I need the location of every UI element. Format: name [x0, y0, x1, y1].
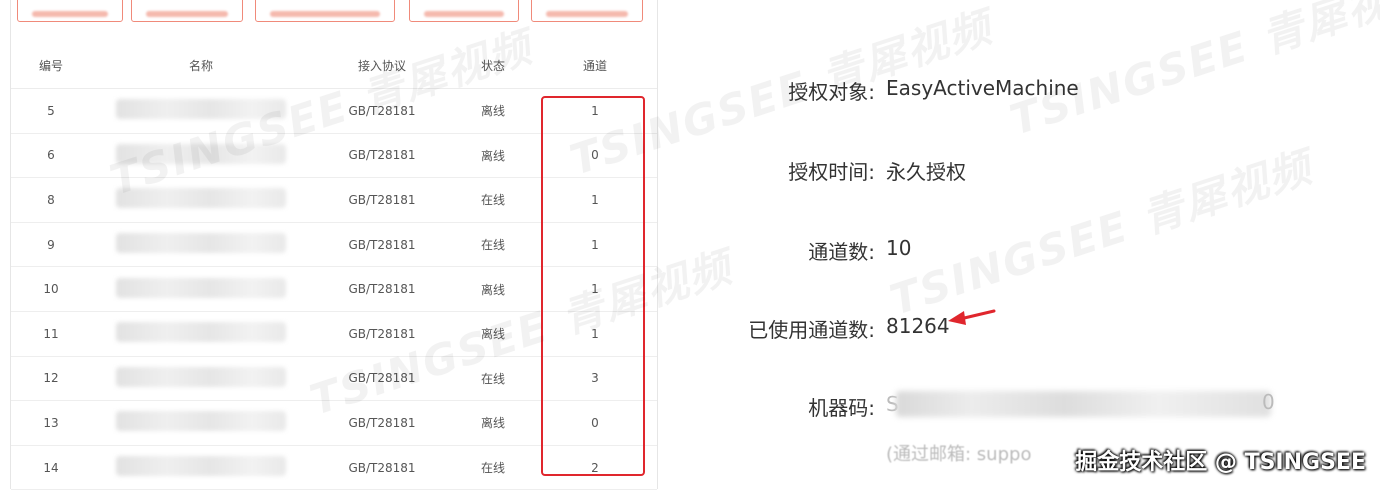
- device-name-cell: [91, 445, 311, 490]
- toolbar-button-2[interactable]: [131, 0, 243, 22]
- toolbar-button-1[interactable]: [17, 0, 123, 22]
- used-channel-count-value: 81264: [886, 314, 950, 338]
- column-header-channels[interactable]: 通道: [533, 42, 657, 89]
- device-id-cell: 13: [11, 400, 91, 446]
- column-header-status[interactable]: 状态: [453, 42, 533, 89]
- device-status-cell: 离线: [453, 133, 533, 179]
- contact-note: (通过邮箱: suppo: [886, 444, 1032, 465]
- device-channels-cell: 1: [533, 266, 657, 312]
- machine-code-suffix: 0: [1262, 390, 1275, 414]
- device-channels-cell: 1: [533, 88, 657, 134]
- device-channels-cell: 2: [533, 445, 657, 490]
- table-row[interactable]: 13 GB/T28181 离线 0: [11, 400, 657, 446]
- device-channels-cell: 1: [533, 222, 657, 268]
- device-name-cell: [91, 311, 311, 357]
- device-protocol-cell: GB/T28181: [311, 356, 453, 402]
- device-id-cell: 11: [11, 311, 91, 357]
- device-status-cell: 在线: [453, 356, 533, 402]
- device-protocol-cell: GB/T28181: [311, 88, 453, 134]
- device-id-cell: 6: [11, 133, 91, 179]
- table-row[interactable]: 9 GB/T28181 在线 1: [11, 222, 657, 268]
- device-protocol-cell: GB/T28181: [311, 222, 453, 268]
- device-id-cell: 10: [11, 266, 91, 312]
- channel-count-value: 10: [886, 236, 912, 260]
- device-protocol-cell: GB/T28181: [311, 266, 453, 312]
- table-row[interactable]: 14 GB/T28181 在线 2: [11, 445, 657, 490]
- device-name-redacted: [116, 411, 286, 432]
- device-name-cell: [91, 88, 311, 134]
- device-name-cell: [91, 400, 311, 446]
- table-row[interactable]: 10 GB/T28181 离线 1: [11, 266, 657, 312]
- device-status-cell: 离线: [453, 266, 533, 312]
- device-id-cell: 12: [11, 356, 91, 402]
- device-name-redacted: [116, 277, 286, 298]
- device-name-cell: [91, 177, 311, 223]
- red-arrow-icon: [948, 309, 996, 325]
- license-object-label: 授权对象:: [788, 80, 875, 104]
- table-row[interactable]: 11 GB/T28181 离线 1: [11, 311, 657, 357]
- license-time-value: 永久授权: [886, 160, 966, 184]
- device-name-redacted: [116, 143, 286, 164]
- device-name-cell: [91, 266, 311, 312]
- device-protocol-cell: GB/T28181: [311, 177, 453, 223]
- device-status-cell: 在线: [453, 177, 533, 223]
- channel-count-label: 通道数:: [808, 240, 875, 264]
- device-list-panel: 编号 名称 接入协议 状态 通道 5 GB/T28181 离线 1 6 GB/T28181…: [10, 0, 658, 490]
- device-name-cell: [91, 133, 311, 179]
- device-channels-cell: 3: [533, 356, 657, 402]
- device-name-redacted: [116, 366, 286, 387]
- device-status-cell: 离线: [453, 311, 533, 357]
- table-row[interactable]: 5 GB/T28181 离线 1: [11, 88, 657, 134]
- device-status-cell: 离线: [453, 400, 533, 446]
- device-status-cell: 在线: [453, 445, 533, 490]
- column-header-protocol[interactable]: 接入协议: [311, 42, 453, 89]
- license-time-label: 授权时间:: [788, 160, 875, 184]
- watermark: TSINGSEE 青犀视频: [1004, 0, 1380, 145]
- device-name-redacted: [116, 188, 286, 209]
- device-status-cell: 离线: [453, 88, 533, 134]
- source-credit: 掘金技术社区 @ TSINGSEE: [1075, 450, 1366, 475]
- device-protocol-cell: GB/T28181: [311, 133, 453, 179]
- device-name-redacted: [116, 99, 286, 120]
- device-table: 编号 名称 接入协议 状态 通道 5 GB/T28181 离线 1 6 GB/T28181…: [11, 42, 657, 490]
- table-row[interactable]: 12 GB/T28181 在线 3: [11, 356, 657, 402]
- device-protocol-cell: GB/T28181: [311, 311, 453, 357]
- toolbar-button-3[interactable]: [255, 0, 395, 22]
- device-table-body: 5 GB/T28181 离线 1 6 GB/T28181 离线 0 8 GB/T28181 在线 1 9…: [11, 88, 657, 490]
- device-channels-cell: 1: [533, 311, 657, 357]
- device-name-redacted: [116, 456, 286, 477]
- column-header-name[interactable]: 名称: [91, 42, 311, 89]
- device-channels-cell: 0: [533, 133, 657, 179]
- device-id-cell: 5: [11, 88, 91, 134]
- license-object-value: EasyActiveMachine: [886, 76, 1079, 100]
- used-channel-count-label: 已使用通道数:: [748, 318, 875, 342]
- toolbar-button-4[interactable]: [409, 0, 519, 22]
- column-header-id[interactable]: 编号: [11, 42, 91, 89]
- machine-code-label: 机器码:: [808, 396, 875, 420]
- device-id-cell: 14: [11, 445, 91, 490]
- device-id-cell: 8: [11, 177, 91, 223]
- machine-code-redacted: [896, 391, 1271, 417]
- device-name-redacted: [116, 233, 286, 254]
- table-header-row: 编号 名称 接入协议 状态 通道: [11, 42, 657, 89]
- device-name-cell: [91, 356, 311, 402]
- device-protocol-cell: GB/T28181: [311, 445, 453, 490]
- toolbar-button-5[interactable]: [531, 0, 643, 22]
- device-channels-cell: 0: [533, 400, 657, 446]
- device-name-cell: [91, 222, 311, 268]
- device-channels-cell: 1: [533, 177, 657, 223]
- device-id-cell: 9: [11, 222, 91, 268]
- table-row[interactable]: 8 GB/T28181 在线 1: [11, 177, 657, 223]
- table-row[interactable]: 6 GB/T28181 离线 0: [11, 133, 657, 179]
- device-protocol-cell: GB/T28181: [311, 400, 453, 446]
- device-status-cell: 在线: [453, 222, 533, 268]
- device-name-redacted: [116, 322, 286, 343]
- toolbar: [11, 0, 657, 24]
